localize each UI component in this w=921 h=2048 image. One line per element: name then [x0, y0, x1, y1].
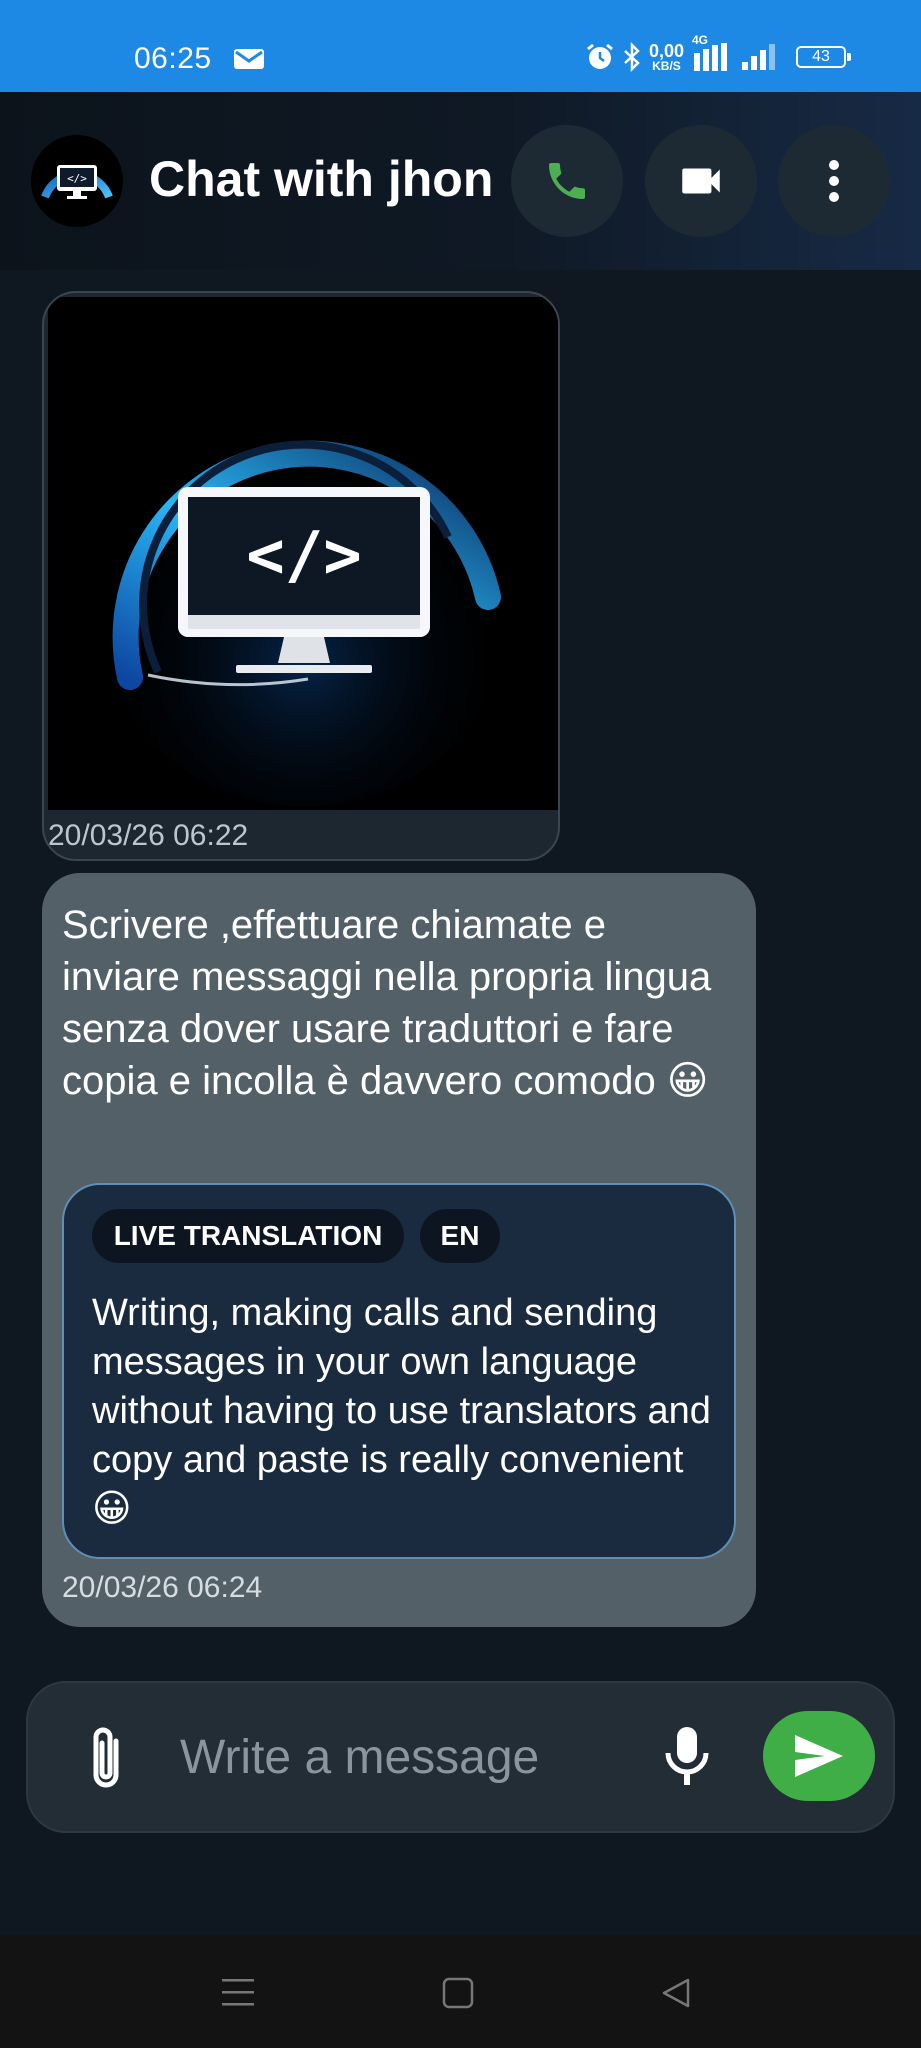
- image-message[interactable]: </> 20/03/26 06:22: [42, 291, 560, 861]
- message-input[interactable]: Write a message: [180, 1730, 539, 1785]
- code-monitor-logo: </>: [48, 297, 558, 810]
- status-bar: 06:25 0,00 KB/S 4G 43: [0, 0, 921, 92]
- message-text: Scrivere ,effettuare chiamate e inviare …: [62, 903, 712, 1103]
- more-vert-icon: [829, 160, 839, 202]
- status-time: 06:25: [134, 42, 212, 75]
- home-icon[interactable]: [442, 1977, 474, 2009]
- system-navigation-bar: [0, 1935, 921, 2048]
- more-options-button[interactable]: [778, 125, 890, 237]
- svg-text:</>: </>: [246, 519, 362, 593]
- live-translation-badge: LIVE TRANSLATION: [92, 1209, 404, 1263]
- mail-icon: [234, 49, 264, 69]
- send-button[interactable]: [763, 1711, 875, 1801]
- text-message[interactable]: Scrivere ,effettuare chiamate e inviare …: [42, 873, 756, 1627]
- menu-icon[interactable]: [222, 1978, 254, 2008]
- chat-title: Chat with jhon: [149, 151, 494, 207]
- video-call-button[interactable]: [645, 125, 757, 237]
- attach-icon[interactable]: [86, 1723, 126, 1793]
- microphone-icon[interactable]: [662, 1723, 712, 1793]
- call-icon: [549, 163, 585, 199]
- network-speed: 0,00 KB/S: [648, 41, 684, 73]
- language-badge: EN: [420, 1209, 500, 1263]
- code-monitor-logo: </>: [41, 165, 113, 199]
- status-icons: 0,00 KB/S 4G 43: [585, 33, 851, 73]
- contact-avatar[interactable]: </>: [31, 135, 123, 227]
- translated-text: Writing, making calls and sending messag…: [92, 1292, 711, 1530]
- shared-image[interactable]: </>: [48, 297, 558, 810]
- video-icon: [682, 168, 720, 194]
- voice-call-button[interactable]: [511, 125, 623, 237]
- chat-header: </> Chat with jhon: [0, 92, 921, 270]
- svg-text:</>: </>: [67, 172, 87, 185]
- bluetooth-icon: [624, 42, 640, 72]
- send-icon: [795, 1735, 843, 1777]
- live-translation-box: LIVE TRANSLATION EN Writing, making call…: [62, 1183, 736, 1559]
- message-composer: Write a message: [26, 1681, 895, 1833]
- battery-icon: 43: [796, 46, 851, 68]
- back-icon[interactable]: [660, 1977, 692, 2009]
- signal-icon-2: [742, 44, 775, 70]
- signal-icon: [694, 43, 727, 71]
- message-timestamp: 20/03/26 06:22: [48, 819, 249, 852]
- signal-4g: 4G: [690, 33, 734, 71]
- alarm-icon: [587, 43, 613, 69]
- message-timestamp: 20/03/26 06:24: [62, 1571, 263, 1604]
